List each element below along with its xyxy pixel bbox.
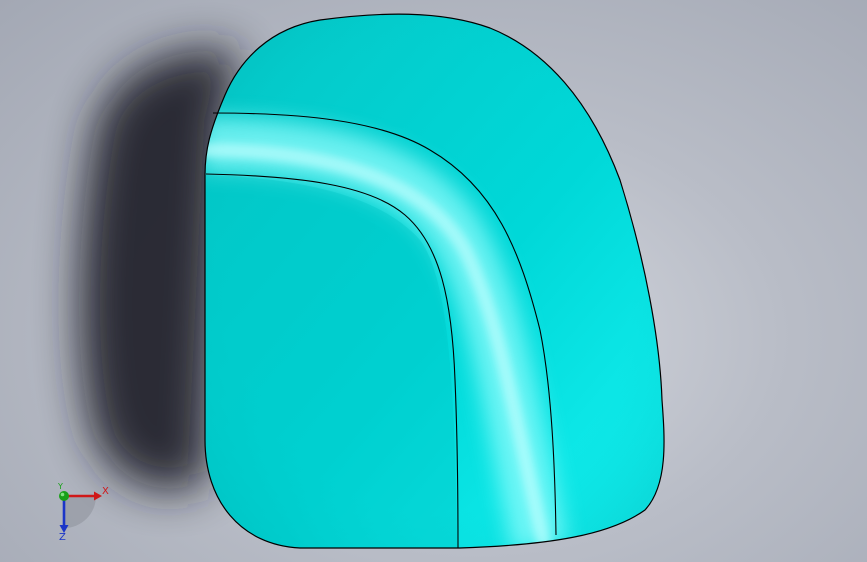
reference-triad: X Y Z	[44, 482, 114, 544]
triad-shadow	[64, 496, 96, 528]
model-body[interactable]	[200, 10, 670, 555]
x-axis-label: X	[102, 486, 109, 497]
y-axis-dot	[59, 491, 69, 501]
y-axis-label: Y	[58, 482, 63, 491]
model-view[interactable]	[0, 0, 867, 562]
z-axis-label: Z	[59, 532, 66, 543]
graphics-viewport[interactable]: X Y Z	[0, 0, 867, 562]
